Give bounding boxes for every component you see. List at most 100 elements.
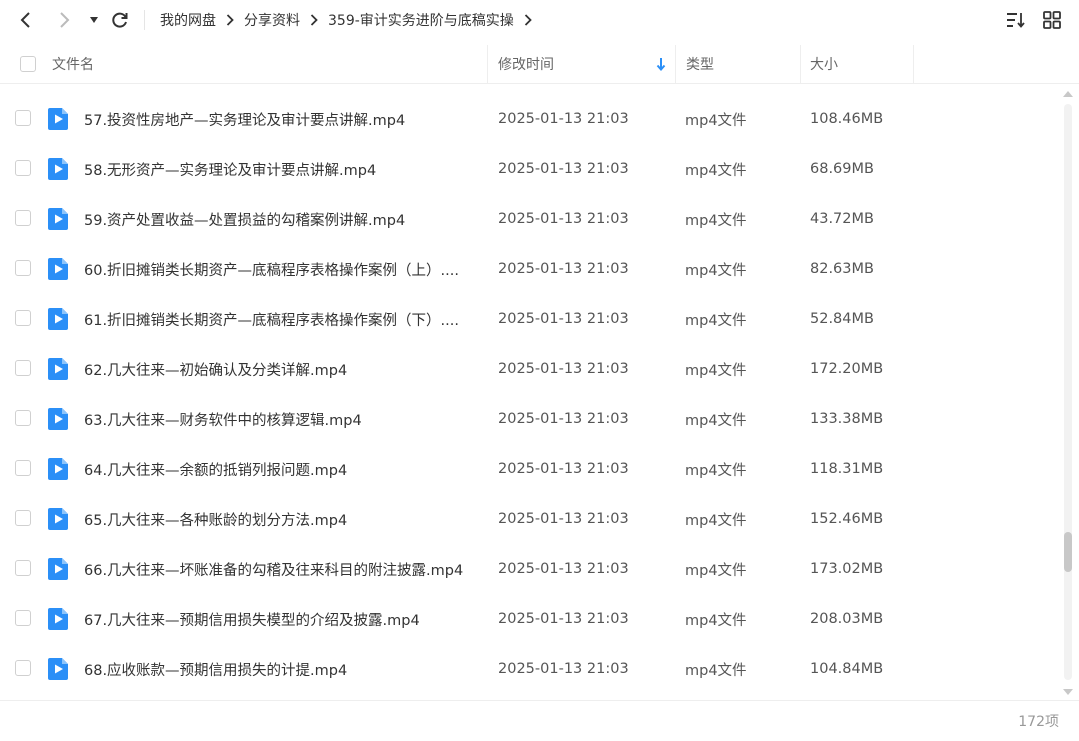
file-modified-time: 2025-01-13 21:03: [498, 211, 629, 227]
column-divider[interactable]: [675, 45, 676, 83]
file-type: mp4文件: [685, 362, 747, 379]
file-type: mp4文件: [685, 512, 747, 529]
file-row[interactable]: 63.几大往来—财务软件中的核算逻辑.mp4 2025-01-13 21:03 …: [0, 394, 1060, 444]
refresh-icon: [112, 12, 128, 28]
chevron-left-icon: [20, 12, 30, 28]
item-count: 172项: [1018, 714, 1059, 730]
breadcrumb-item-root[interactable]: 我的网盘: [160, 10, 216, 30]
row-checkbox[interactable]: [15, 110, 31, 126]
file-size: 208.03MB: [810, 611, 884, 627]
file-row[interactable]: 62.几大往来—初始确认及分类详解.mp4 2025-01-13 21:03 m…: [0, 344, 1060, 394]
breadcrumb-item-current[interactable]: 359-审计实务进阶与底稿实操: [328, 10, 514, 30]
column-divider[interactable]: [487, 45, 488, 83]
breadcrumb-item-share[interactable]: 分享资料: [244, 10, 300, 30]
file-row[interactable]: 60.折旧摊销类长期资产—底稿程序表格操作案例（上）.... 2025-01-1…: [0, 244, 1060, 294]
file-type: mp4文件: [685, 462, 747, 479]
video-file-icon: [48, 458, 68, 480]
file-modified-time: 2025-01-13 21:03: [498, 361, 629, 377]
file-type: mp4文件: [685, 212, 747, 229]
column-header-size[interactable]: 大小: [810, 45, 913, 83]
scrollbar-track[interactable]: [1064, 104, 1072, 680]
forward-button[interactable]: [52, 8, 76, 32]
file-name[interactable]: 68.应收账款—预期信用损失的计提.mp4: [84, 644, 479, 694]
row-checkbox[interactable]: [15, 310, 31, 326]
file-modified-time: 2025-01-13 21:03: [498, 311, 629, 327]
file-row[interactable]: 64.几大往来—余额的抵销列报问题.mp4 2025-01-13 21:03 m…: [0, 444, 1060, 494]
chevron-right-icon: [60, 12, 70, 28]
row-checkbox[interactable]: [15, 410, 31, 426]
file-size: 104.84MB: [810, 661, 884, 677]
column-header-type[interactable]: 类型: [686, 45, 800, 83]
file-type: mp4文件: [685, 312, 747, 329]
file-modified-time: 2025-01-13 21:03: [498, 561, 629, 577]
column-header-modified[interactable]: 修改时间: [498, 45, 675, 83]
file-modified-time: 2025-01-13 21:03: [498, 111, 629, 127]
file-name[interactable]: 65.几大往来—各种账龄的划分方法.mp4: [84, 494, 479, 544]
file-name[interactable]: 64.几大往来—余额的抵销列报问题.mp4: [84, 444, 479, 494]
row-checkbox[interactable]: [15, 560, 31, 576]
file-size: 173.02MB: [810, 561, 884, 577]
file-size: 152.46MB: [810, 511, 884, 527]
column-divider[interactable]: [800, 45, 801, 83]
file-type: mp4文件: [685, 262, 747, 279]
scroll-down-button[interactable]: [1061, 686, 1075, 698]
sort-button[interactable]: [1006, 10, 1026, 30]
file-name[interactable]: 66.几大往来—坏账准备的勾稽及往来科目的附注披露.mp4: [84, 544, 479, 594]
row-checkbox[interactable]: [15, 360, 31, 376]
scrollbar-thumb[interactable]: [1064, 532, 1072, 572]
file-name[interactable]: 67.几大往来—预期信用损失模型的介绍及披露.mp4: [84, 594, 479, 644]
row-checkbox[interactable]: [15, 260, 31, 276]
file-row[interactable]: 58.无形资产—实务理论及审计要点讲解.mp4 2025-01-13 21:03…: [0, 144, 1060, 194]
grid-view-button[interactable]: [1042, 10, 1062, 30]
video-file-icon: [48, 208, 68, 230]
file-size: 133.38MB: [810, 411, 884, 427]
file-size: 108.46MB: [810, 111, 884, 127]
file-row[interactable]: 66.几大往来—坏账准备的勾稽及往来科目的附注披露.mp4 2025-01-13…: [0, 544, 1060, 594]
refresh-button[interactable]: [108, 8, 132, 32]
video-file-icon: [48, 108, 68, 130]
row-checkbox[interactable]: [15, 660, 31, 676]
file-name[interactable]: 59.资产处置收益—处置损益的勾稽案例讲解.mp4: [84, 194, 479, 244]
history-dropdown-button[interactable]: [82, 8, 106, 32]
row-checkbox[interactable]: [15, 610, 31, 626]
file-name[interactable]: 60.折旧摊销类长期资产—底稿程序表格操作案例（上）....: [84, 244, 479, 294]
file-row[interactable]: 59.资产处置收益—处置损益的勾稽案例讲解.mp4 2025-01-13 21:…: [0, 194, 1060, 244]
file-modified-time: 2025-01-13 21:03: [498, 411, 629, 427]
file-name[interactable]: 57.投资性房地产—实务理论及审计要点讲解.mp4: [84, 94, 479, 144]
file-type: mp4文件: [685, 562, 747, 579]
vertical-scrollbar[interactable]: [1061, 86, 1075, 698]
back-button[interactable]: [14, 8, 38, 32]
column-divider[interactable]: [913, 45, 914, 83]
video-file-icon: [48, 508, 68, 530]
breadcrumb-chevron-icon: [226, 14, 234, 26]
file-row[interactable]: 61.折旧摊销类长期资产—底稿程序表格操作案例（下）.... 2025-01-1…: [0, 294, 1060, 344]
grid-icon: [1043, 11, 1061, 29]
file-row[interactable]: 57.投资性房地产—实务理论及审计要点讲解.mp4 2025-01-13 21:…: [0, 94, 1060, 144]
file-list-header: 文件名 修改时间 类型 大小: [0, 45, 1079, 84]
file-size: 68.69MB: [810, 161, 874, 177]
row-checkbox[interactable]: [15, 160, 31, 176]
file-name[interactable]: 58.无形资产—实务理论及审计要点讲解.mp4: [84, 144, 479, 194]
triangle-up-icon: [1063, 91, 1073, 97]
file-size: 118.31MB: [810, 461, 884, 477]
file-row[interactable]: 65.几大往来—各种账龄的划分方法.mp4 2025-01-13 21:03 m…: [0, 494, 1060, 544]
video-file-icon: [48, 408, 68, 430]
toolbar-divider: [144, 10, 145, 30]
file-type: mp4文件: [685, 662, 747, 679]
file-row[interactable]: 67.几大往来—预期信用损失模型的介绍及披露.mp4 2025-01-13 21…: [0, 594, 1060, 644]
file-row[interactable]: 68.应收账款—预期信用损失的计提.mp4 2025-01-13 21:03 m…: [0, 644, 1060, 694]
row-checkbox[interactable]: [15, 460, 31, 476]
select-all-checkbox[interactable]: [20, 56, 36, 72]
row-checkbox[interactable]: [15, 210, 31, 226]
file-name[interactable]: 63.几大往来—财务软件中的核算逻辑.mp4: [84, 394, 479, 444]
file-name[interactable]: 62.几大往来—初始确认及分类详解.mp4: [84, 344, 479, 394]
file-name[interactable]: 61.折旧摊销类长期资产—底稿程序表格操作案例（下）....: [84, 294, 479, 344]
file-type: mp4文件: [685, 612, 747, 629]
row-checkbox[interactable]: [15, 510, 31, 526]
video-file-icon: [48, 258, 68, 280]
caret-down-icon: [90, 17, 98, 23]
file-size: 82.63MB: [810, 261, 874, 277]
column-header-name[interactable]: 文件名: [52, 45, 487, 83]
file-size: 172.20MB: [810, 361, 884, 377]
scroll-up-button[interactable]: [1061, 88, 1075, 100]
